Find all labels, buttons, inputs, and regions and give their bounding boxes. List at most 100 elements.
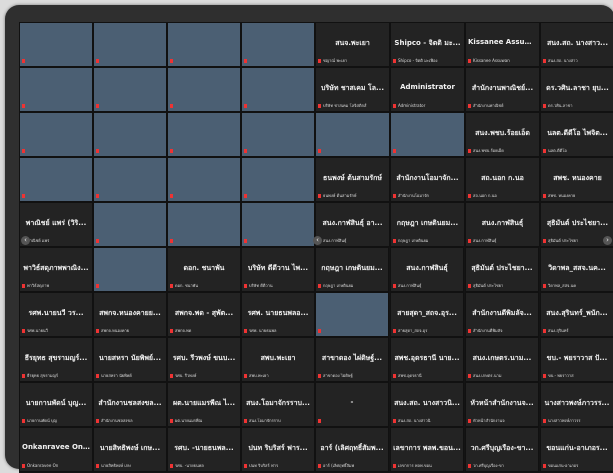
participant-tile[interactable]: ขอนแก่น-อาเภอร... ขอนแก่น-อาเภอร	[540, 427, 613, 472]
participant-tile[interactable]	[390, 112, 465, 157]
participant-tile[interactable]: นายสหรา นัยพิพย์... นายสหรา นัยพิพย์	[93, 337, 167, 382]
participant-tile[interactable]	[19, 112, 93, 157]
participant-tile[interactable]	[315, 112, 390, 157]
participant-label: สพช. หนองคาย	[543, 193, 612, 199]
participant-tile[interactable]: สพกจ.พด - สุพัต... สพกจ.พด	[167, 292, 241, 337]
participant-tile[interactable]: ขบ.- พยราวาส ปั... ขบ.- พยราวาส	[540, 337, 613, 382]
participant-name: สาขาดอง ไผ่ดิษฐ์...	[321, 354, 383, 363]
participant-label-text: สำนักงานโอมาจัก	[398, 193, 429, 198]
participant-tile[interactable]: สถ.นอก ก.นอ สถ.นอก ก.นอ	[465, 157, 540, 202]
participant-tile[interactable]	[167, 157, 241, 202]
participant-tile[interactable]: สนง.สุรินทร์_พนัก... สนง.สุรินทร์	[540, 292, 613, 337]
participant-name: รศพ. นายธนพลอ...	[247, 309, 309, 318]
participant-label	[170, 238, 238, 244]
participant-tile[interactable]	[167, 22, 241, 67]
participant-label-text: ขอนแก่น-อาเภอร	[548, 463, 579, 468]
participant-tile[interactable]	[167, 112, 241, 157]
participant-tile[interactable]: พาวิธ์สดุภาพพาณิง... พาวิธ์สดุภาพ	[19, 247, 93, 292]
participant-tile[interactable]: สำนักงานโอมาจัก... สำนักงานโอมาจัก	[390, 157, 465, 202]
participant-tile[interactable]: นางสาวพงษ์ภาวรร... นางสาวพงษ์ภาวรร	[540, 382, 613, 427]
muted-mic-icon	[96, 104, 99, 108]
participant-tile[interactable]: สนง.กาฬสินธุ์ สนง.กาฬสินธุ์	[390, 247, 464, 292]
participant-tile[interactable]	[241, 157, 315, 202]
participant-tile[interactable]: -	[315, 382, 389, 427]
participant-tile[interactable]: สพบ.พะเยา สพบ.พะเยา	[241, 337, 315, 382]
participant-tile[interactable]: สำนักงานพาณิชย์... สำนักงานพาณิชย์	[465, 67, 540, 112]
next-page-arrow[interactable]: ›	[603, 236, 612, 245]
participant-tile[interactable]: สาขาดอง ไผ่ดิษฐ์... สาขาดอง ไผ่ดิษฐ์	[315, 337, 389, 382]
participant-tile[interactable]: สพกจ.หนองคายย... สพกจ.หนองคาย	[93, 292, 167, 337]
participant-tile[interactable]: Kissanee Assuwan Kissanee Assuwan	[465, 22, 540, 67]
participant-tile[interactable]	[241, 67, 315, 112]
participant-tile[interactable]: รศบ. -นายธนพล... รศบ. -นายธนพล	[167, 427, 241, 472]
participant-tile[interactable]	[93, 112, 167, 157]
participant-label-text: ดอก. ชนาพัน	[175, 283, 199, 288]
participant-tile[interactable]: ธนพงษ์ ต้นสามรักษ์ ธนพงษ์ ต้นสามรักษ์	[315, 157, 390, 202]
previous-page-arrow-right-panel[interactable]: ‹	[313, 236, 322, 245]
participant-tile[interactable]	[93, 247, 167, 292]
participant-label	[22, 103, 90, 109]
participant-tile[interactable]: หัวหน้าสำนักงานจ... หัวหน้าสำนักงานจ	[465, 382, 539, 427]
muted-mic-icon	[96, 149, 99, 153]
participant-tile[interactable]: ปนท ริบริสร์ ฟาร... ปนท ริบริสร์ ฟาร	[241, 427, 315, 472]
participant-tile[interactable]: บริษัท ดีดีวาน ไพ... บริษัท ดีดีวาน	[241, 247, 315, 292]
participant-tile[interactable]: สำนักงานชลสงขล... สำนักงานชลสงขล	[93, 382, 167, 427]
participant-tile[interactable]: เลขาการ พลพ.ขอน... เลขาการ พลพ.ขอน	[390, 427, 464, 472]
previous-page-arrow[interactable]: ‹	[21, 236, 30, 245]
participant-tile[interactable]: สนง.เกษตร.นาม... สนง.เกษตร.นาม	[465, 337, 539, 382]
participant-tile[interactable]: กฤษฎา เกษตินยม... กฤษฎา เกษตินยม	[390, 202, 465, 247]
participant-tile[interactable]: สุธิมันต์ ประไชยา... สุธิมันต์ ประไชยา	[465, 247, 539, 292]
participant-tile[interactable]: Administrator Administrator	[390, 67, 465, 112]
participant-tile[interactable]: กฤษฎา เกษตินยม... กฤษฎา เกษตินยม	[315, 247, 389, 292]
participant-tile[interactable]	[93, 22, 167, 67]
participant-tile[interactable]	[241, 22, 315, 67]
participant-tile[interactable]: สนง.สถ. นางสาวนิ... สนง.สถ. นางสาวนิ	[390, 382, 464, 427]
muted-mic-icon	[22, 464, 25, 468]
participant-tile[interactable]	[19, 67, 93, 112]
participant-tile[interactable]	[167, 202, 241, 247]
muted-mic-icon	[170, 149, 173, 153]
participant-tile[interactable]: สายสุดา_สถจ.อุร... สายสุดา_สถจ.อุร	[390, 292, 464, 337]
participant-tile[interactable]: สนง.สถ. นางสาว... สนง.สถ. นางสาว	[540, 22, 613, 67]
participant-label-text: สำนักงานดีพิมลัจ	[473, 328, 503, 333]
participant-tile[interactable]: ดร.วศิน.ลาชา ยุบ... ดร.วศิน.ลาชา	[540, 67, 613, 112]
participant-tile[interactable]: ดอก. ชนาพัน ดอก. ชนาพัน	[167, 247, 241, 292]
participant-tile[interactable]	[167, 67, 241, 112]
participant-tile[interactable]	[93, 157, 167, 202]
participant-name: Shipco - จิตติ มะ...	[394, 39, 461, 48]
participant-tile[interactable]: นายกานพัดน์ บุญ... นายกานพัดน์ บุญ	[19, 382, 93, 427]
participant-tile[interactable]	[93, 202, 167, 247]
participant-tile[interactable]: สนง.กาฬสินธุ์ อา... สนง.กาฬสินธุ์	[315, 202, 390, 247]
participant-tile[interactable]: ผต.นายแมรพีณ ไ... ผต.นายแมรพีณ	[167, 382, 241, 427]
participant-tile[interactable]: รศบ. รีวพงษ์ ขนบ... รศบ. รีวพงษ์	[167, 337, 241, 382]
participant-tile[interactable]: ธีรยุทธ สุขรามญร์... ธีรยุทธ สุขรามญร์	[19, 337, 93, 382]
participant-tile[interactable]	[19, 22, 93, 67]
participant-tile[interactable]: อาร์ (เลิศฤทธิ์สัมพ... อาร์ (เลิศฤทธิ์สัม…	[315, 427, 389, 472]
participant-tile[interactable]: Shipco - จิตติ มะ... Shipco - จิตติ มะเฟื…	[390, 22, 465, 67]
participant-tile[interactable]	[19, 157, 93, 202]
participant-tile[interactable]: บริษัท ชาสเคม โล... บริษัท ชาสเคม โลจิสติ…	[315, 67, 390, 112]
participant-tile[interactable]: สนง.พชบ.ร้อยเอ็ด สนง.พชบ.ร้อยเอ็ด	[465, 112, 540, 157]
participant-tile[interactable]	[241, 112, 315, 157]
participant-tile[interactable]	[93, 67, 167, 112]
muted-mic-icon	[22, 419, 25, 423]
participant-tile[interactable]: สนง.กาฬสินธุ์ สนง.กาฬสินธุ์	[465, 202, 540, 247]
participant-tile[interactable]: วก.ศรีบุญเรือง-ขา... วก.ศรีบุญเรือง-ขา	[465, 427, 539, 472]
participant-tile[interactable]: สพช. หนองคาย สพช. หนองคาย	[540, 157, 613, 202]
participant-tile[interactable]: สำนักงานดีพิมลัจ... สำนักงานดีพิมลัจ	[465, 292, 539, 337]
participant-tile[interactable]: รศพ. นายธนพลอ... รศพ. นายธนพล	[241, 292, 315, 337]
participant-tile[interactable]: Onkanravee On... Onkanravee On	[19, 427, 93, 472]
muted-mic-icon	[96, 194, 99, 198]
participant-tile[interactable]	[241, 202, 315, 247]
participant-label: นายกานพัดน์ บุญ	[22, 418, 90, 424]
participant-tile[interactable]: นลต.ดีดีโอ ไพจิต... นลต.ดีดีโอ	[540, 112, 613, 157]
participant-tile[interactable]: พาณิชย์ แพร่ (วิริ... พาณิชย์ แพร่	[19, 202, 93, 247]
participant-tile[interactable]: สนง.โอมาจักรราบ... สนง.โอมาจักรราบ	[241, 382, 315, 427]
participant-tile[interactable]	[315, 292, 389, 337]
participant-name: สำนักงานพาณิชย์...	[471, 84, 534, 93]
participant-tile[interactable]: วิดาพล_สสจ.นค... วิดาพล_สสจ.นค	[540, 247, 613, 292]
participant-tile[interactable]: นายสิทธิพงษ์ เกษ... นายสิทธิพงษ์ เกษ	[93, 427, 167, 472]
participant-tile[interactable]: สพช.อุดรธานี นาย... สพช.อุดรธานี	[390, 337, 464, 382]
participant-tile[interactable]: สนจ.พะเยา ชญาณ์ พะเยา	[315, 22, 390, 67]
participant-tile[interactable]: รศพ.นายนวี วร... รศพ.นายนวี	[19, 292, 93, 337]
